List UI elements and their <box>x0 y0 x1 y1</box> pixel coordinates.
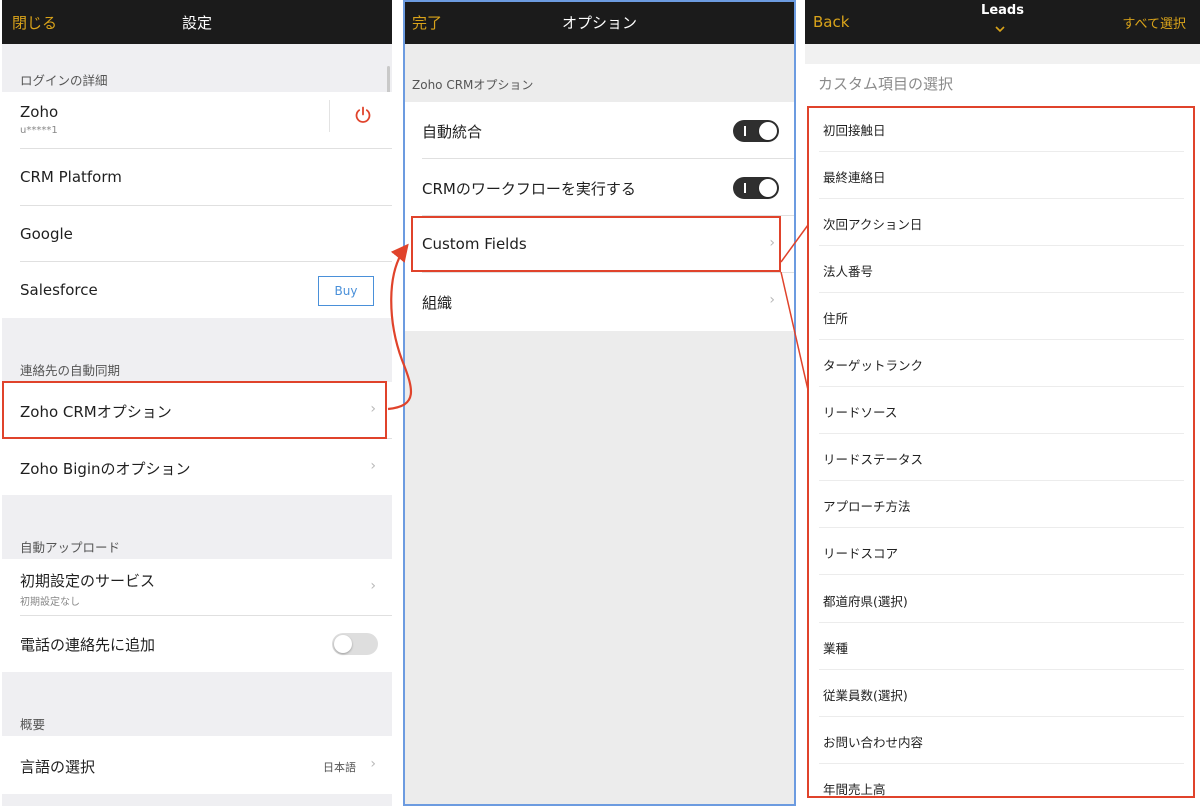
select-all-button[interactable]: すべて選択 <box>1122 13 1186 32</box>
power-icon[interactable] <box>354 106 372 124</box>
highlight-box <box>807 106 1195 798</box>
sync-section-header: 連絡先の自動同期 <box>20 363 121 378</box>
google-label: Google <box>20 225 73 243</box>
default-service-label: 初期設定のサービス <box>20 572 156 590</box>
divider <box>329 100 330 132</box>
language-row[interactable]: 言語の選択 日本語 › <box>2 736 392 794</box>
add-to-phone-toggle[interactable] <box>332 633 378 655</box>
chevron-down-icon[interactable] <box>994 25 1006 33</box>
crm-platform-row[interactable]: CRM Platform <box>2 149 392 206</box>
salesforce-row: Salesforce Buy <box>2 262 392 318</box>
toggle-knob <box>334 635 352 653</box>
language-value: 日本語 <box>323 761 356 774</box>
zoho-bigin-option-row[interactable]: Zoho Biginのオプション › <box>2 439 392 495</box>
zoho-account-row: Zoho u*****1 <box>2 92 392 149</box>
add-to-phone-label: 電話の連絡先に追加 <box>20 636 156 654</box>
chevron-right-icon: › <box>370 578 376 594</box>
salesforce-label: Salesforce <box>20 281 98 299</box>
buy-button[interactable]: Buy <box>318 276 374 306</box>
leads-navbar: Back Leads すべて選択 <box>805 0 1200 44</box>
add-to-phone-row: 電話の連絡先に追加 <box>2 616 392 672</box>
language-label: 言語の選択 <box>20 758 96 776</box>
zoho-account-label: Zoho <box>20 103 59 121</box>
upload-section-header: 自動アップロード <box>20 540 121 555</box>
chevron-right-icon: › <box>370 756 376 772</box>
crm-platform-label: CRM Platform <box>20 168 122 186</box>
custom-fields-section-header: カスタム項目の選択 <box>818 75 954 93</box>
default-service-row[interactable]: 初期設定のサービス 初期設定なし › <box>2 559 392 616</box>
login-section-header: ログインの詳細 <box>20 73 108 88</box>
settings-navbar: 閉じる 設定 <box>2 0 392 44</box>
overview-section-header: 概要 <box>20 717 46 732</box>
highlight-box <box>2 381 387 439</box>
zoho-bigin-option-label: Zoho Biginのオプション <box>20 460 191 478</box>
settings-title: 設定 <box>181 14 212 32</box>
google-row[interactable]: Google <box>2 206 392 262</box>
panel-frame <box>403 0 796 806</box>
highlight-box <box>411 216 781 272</box>
default-service-value: 初期設定なし <box>20 597 80 608</box>
subheader-bar <box>805 44 1200 64</box>
zoho-account-user: u*****1 <box>20 125 58 136</box>
chevron-right-icon: › <box>370 458 376 474</box>
